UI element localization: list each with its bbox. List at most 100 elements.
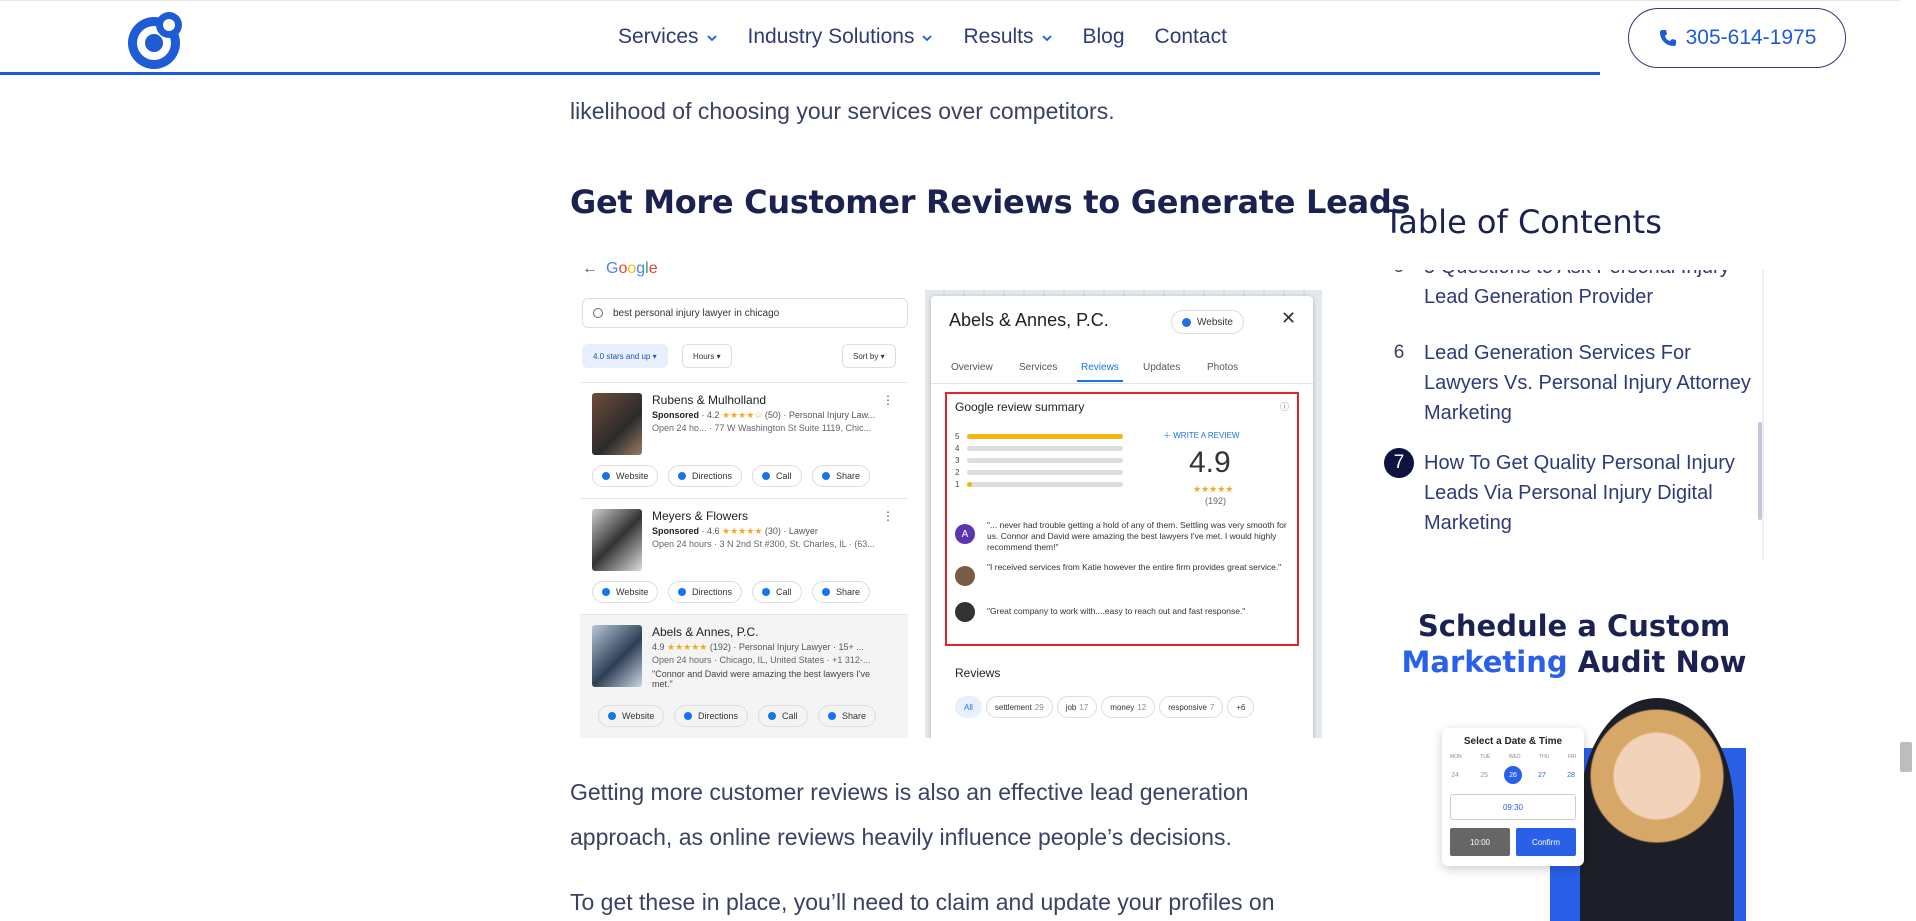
confirm-button: Confirm [1516,828,1576,856]
avatar: A [955,524,975,544]
action-label: Directions [692,471,733,481]
action-label: Website [622,711,655,721]
topic-chip-count: 12 [1137,702,1147,712]
toc-item-active[interactable]: 7 How To Get Quality Personal Injury Lea… [1384,448,1762,538]
intro-paragraph: likelihood of choosing your services ove… [570,98,1115,124]
website-action: Website [592,581,659,603]
action-label: Share [842,711,867,721]
chevron-down-icon [706,35,717,42]
date-cell-selected: 26 [1504,766,1522,784]
listing-meta-rest: (30) · Lawyer [764,526,818,536]
listing-photo [592,509,642,571]
avatar [955,566,975,586]
cta-accent: Marketing [1401,645,1568,679]
dialog-dates: 24 25 26 27 28 [1446,766,1580,784]
search-query: best personal injury lawyer in chicago [613,307,780,319]
date-cell: 25 [1480,771,1488,779]
weekday: THU [1539,754,1550,760]
panel-tab-services: Services [1019,362,1058,373]
chip-label: Hours [693,351,715,361]
listing-quote: "Connor and David were amazing the best … [652,669,871,689]
action-label: Call [776,471,792,481]
review-summary-title: Google review summary [955,400,1085,414]
topic-chip-count: 29 [1034,702,1044,712]
star-rating-icon: ★★★★★ [1193,484,1234,494]
cta-line1: Schedule a Custom [1417,609,1731,643]
listing-meta-rest: (50) · Personal Injury Law... [764,410,875,420]
toc-scrollbar[interactable] [1758,422,1762,520]
topic-chip-label: +6 [1236,702,1246,712]
page-scrollbar-thumb[interactable] [1900,742,1912,772]
panel-website-label: Website [1197,316,1233,328]
call-action: Call [752,465,802,487]
toc-item[interactable]: 6 Lead Generation Services For Lawyers V… [1384,338,1762,428]
weekday: WED [1508,754,1521,760]
cta-heading: Schedule a Custom Marketing Audit Now [1384,608,1764,680]
rating-bar-label: 5 [955,431,960,441]
review-text: "I received services from Katie however … [987,562,1282,572]
reading-progress-bar [0,72,1600,75]
rating-bar-label: 3 [955,455,960,465]
topic-chip-label: settlement [994,702,1032,712]
listing-meta: Sponsored · 4.6 ★★★★★ (30) · Lawyer [652,526,818,536]
info-icon: ⓘ [1279,402,1289,412]
review-text: "... never had trouble getting a hold of… [987,520,1287,552]
review-text: "Great company to work with....easy to r… [987,606,1246,616]
directions-action: Directions [674,705,749,727]
toc-title: Table of Contents [1384,203,1662,241]
nav-services[interactable]: Services [618,25,718,49]
rating-bar-row: 4 [955,442,1124,454]
google-search-box: best personal injury lawyer in chicago [582,298,908,328]
action-label: Share [836,471,861,481]
sponsored-label: Sponsored [652,410,700,420]
weekday: MON [1450,754,1462,760]
listing-meta-rest: (192) · Personal Injury Lawyer · 15+ ... [709,642,864,652]
nav-contact-label: Contact [1154,25,1227,48]
filter-chip-hours: Hours ▾ [682,344,732,368]
rating-bar-label: 1 [955,479,960,489]
toc-item-text: Lead Generation Services For Lawyers Vs.… [1424,342,1751,424]
website-action: Website [598,705,665,727]
business-panel: Abels & Annes, P.C. Website ✕ Overview S… [931,296,1313,738]
toc-item-text: 5 Questions to Ask Personal Injury Lead … [1424,270,1730,308]
time-slot-button: 10:00 [1450,828,1510,856]
rating-bar-label: 4 [955,443,960,453]
brand-logo-icon[interactable] [124,9,186,71]
toc-item[interactable]: 5 5 Questions to Ask Personal Injury Lea… [1384,270,1762,312]
business-title: Abels & Annes, P.C. [949,310,1109,330]
date-cell: 24 [1451,771,1459,779]
panel-website-button: Website [1171,310,1244,334]
rating-bar-row: 2 [955,466,1124,478]
toc-item-number: 6 [1393,342,1405,363]
review-snippet: A "... never had trouble getting a hold … [955,520,1293,553]
google-reviews-screenshot: ← Google best personal injury lawyer in … [570,250,1322,738]
site-header: Services Industry Solutions Results Blog… [0,0,1900,75]
topic-chip: money 12 [1101,696,1156,718]
cta-image[interactable]: Select a Date & Time MON TUE WED THU FRI… [1430,698,1746,921]
listing-meta: 4.9 ★★★★★ (192) · Personal Injury Lawyer… [652,642,864,653]
review-count: (192) [1205,496,1227,506]
time-slot: 09:30 [1450,794,1576,820]
dialog-title: Select a Date & Time [1463,736,1563,747]
star-rating-icon: ★★★★★ [722,526,763,536]
toc-item-number: 5 [1384,270,1414,282]
body-paragraph: Getting more customer reviews is also an… [570,779,1249,850]
panel-tab-photos: Photos [1207,362,1239,373]
nav-industry-solutions[interactable]: Industry Solutions [748,25,934,49]
rating-bar-label: 2 [955,467,960,477]
nav-results[interactable]: Results [963,25,1052,49]
rating-bar-row: 1 [955,478,1124,490]
phone-button[interactable]: 305-614-1975 [1628,8,1846,68]
more-options-icon: ⋮ [882,509,894,523]
share-action: Share [812,581,871,603]
nav-blog[interactable]: Blog [1083,25,1125,49]
listing-name: Rubens & Mulholland [652,393,767,407]
action-label: Website [616,471,649,481]
nav-contact[interactable]: Contact [1155,25,1227,49]
topic-chip: settlement 29 [985,696,1053,718]
panel-tab-reviews: Reviews [1077,362,1123,382]
chevron-down-icon [1041,35,1052,42]
call-action: Call [758,705,808,727]
listing-rating: 4.6 [707,526,720,536]
back-arrow-icon: ← [582,260,598,277]
